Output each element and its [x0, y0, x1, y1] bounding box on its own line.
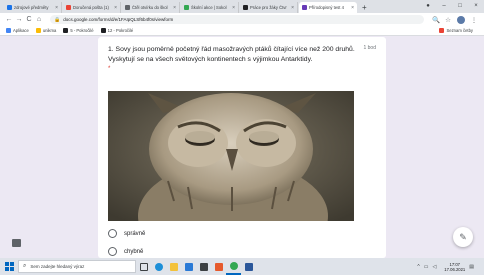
window-controls: ● – □ ×: [420, 0, 484, 13]
taskbar-search-input[interactable]: ⌕ Sem zadejte hledaný výraz: [18, 260, 136, 273]
close-icon[interactable]: ×: [232, 5, 235, 11]
tab-label: zdrojové předměty: [14, 5, 49, 10]
taskbar: ⌕ Sem zadejte hledaný výraz ^ ▭ ◁ 17:07 …: [0, 258, 484, 275]
gmail-icon: [66, 5, 71, 10]
url-field[interactable]: 🔒 docs.google.com/forms/d/e/1FAIpQLSf6b4…: [50, 15, 424, 24]
bookmark-item[interactable]: 12 - Pokročilé: [100, 28, 134, 33]
back-icon[interactable]: ←: [4, 16, 14, 23]
forms-icon: [302, 5, 307, 10]
browser-tab[interactable]: Školní akce | Sokol ×: [181, 2, 239, 13]
edit-pencil-button[interactable]: ✎: [453, 227, 473, 247]
reload-icon[interactable]: C: [24, 16, 34, 23]
forward-icon[interactable]: →: [14, 16, 24, 23]
browser-tab[interactable]: Čtěl otvírku do škol ×: [122, 2, 180, 13]
zoom-icon[interactable]: 🔍: [430, 16, 442, 24]
bookmark-icon: [63, 28, 69, 33]
pencil-icon: ✎: [459, 231, 467, 242]
question-text: 1. Sovy jsou poměrně početný řád masožra…: [108, 46, 355, 63]
owl-image-icon: [108, 91, 354, 221]
network-icon[interactable]: ▭: [424, 264, 429, 270]
option-spravne[interactable]: správně: [108, 229, 145, 238]
file-explorer-icon[interactable]: [166, 258, 181, 275]
radio-button[interactable]: [108, 229, 117, 238]
chevron-up-icon[interactable]: ^: [417, 264, 419, 270]
bookmark-item[interactable]: Aplikace: [6, 28, 29, 33]
maximize-icon[interactable]: □: [452, 0, 468, 13]
close-icon[interactable]: ×: [55, 5, 58, 11]
browser-tab-active[interactable]: Přírodopisný test 4 ×: [299, 2, 357, 13]
avatar[interactable]: [457, 15, 465, 24]
home-icon[interactable]: ⌂: [34, 16, 44, 23]
minimize-icon[interactable]: –: [436, 0, 452, 13]
system-tray: ^ ▭ ◁ 17:07 17.06.2021 ▤: [417, 258, 478, 275]
option-label: chybně: [124, 248, 144, 255]
volume-icon[interactable]: ◁: [432, 264, 436, 270]
option-label: správně: [124, 230, 146, 237]
windows-icon: [4, 262, 14, 271]
tab-label: Doručená pošta (1): [73, 5, 109, 10]
profile-dot-icon[interactable]: ●: [420, 0, 436, 13]
tab-label: Školní akce | Sokol: [191, 5, 227, 10]
apps-icon: [6, 28, 11, 33]
bookmark-label: unikma: [42, 28, 57, 33]
star-icon[interactable]: ☆: [442, 16, 454, 24]
browser-tab[interactable]: Práce pro žáky Čtvr ×: [240, 2, 298, 13]
browser-tab-strip: zdrojové předměty × Doručená pošta (1) × Č…: [0, 0, 484, 13]
tab-label: Přírodopisný test 4: [309, 5, 344, 10]
close-icon[interactable]: ×: [173, 5, 176, 11]
reading-list-item[interactable]: Seznam četby: [439, 28, 473, 33]
tab-favicon-icon: [243, 5, 248, 10]
close-icon[interactable]: ×: [114, 5, 117, 11]
office-icon[interactable]: [211, 258, 226, 275]
store-icon[interactable]: [196, 258, 211, 275]
start-button[interactable]: [0, 258, 18, 275]
bookmark-label: 5 - Pokročilé: [70, 28, 94, 33]
menu-icon[interactable]: ⋮: [468, 16, 480, 24]
search-icon: ⌕: [23, 263, 27, 269]
tab-favicon-icon: [7, 5, 12, 10]
bookmark-icon: [100, 28, 106, 33]
close-icon[interactable]: ×: [291, 5, 294, 11]
bookmark-item[interactable]: 5 - Pokročilé: [63, 28, 94, 33]
bookmark-label: Aplikace: [13, 28, 29, 33]
question-card: 1. Sovy jsou poměrně početný řád masožra…: [98, 37, 386, 258]
url-text: docs.google.com/forms/d/e/1FAIpQLSf6b4f0…: [63, 17, 174, 22]
word-icon[interactable]: [241, 258, 256, 275]
edge-icon[interactable]: [151, 258, 166, 275]
date-text: 17.06.2021: [444, 266, 466, 272]
chrome-icon[interactable]: [226, 258, 241, 275]
search-placeholder: Sem zadejte hledaný výraz: [30, 264, 85, 269]
address-bar: ← → C ⌂ 🔒 docs.google.com/forms/d/e/1FAI…: [0, 13, 484, 26]
tab-favicon-icon: [125, 5, 130, 10]
browser-tab[interactable]: Doručená pošta (1) ×: [63, 2, 121, 13]
feedback-icon[interactable]: [12, 239, 21, 247]
tab-favicon-icon: [184, 5, 189, 10]
bookmark-label: Seznam četby: [446, 28, 473, 33]
close-window-icon[interactable]: ×: [468, 0, 484, 13]
bookmark-item[interactable]: unikma: [35, 28, 57, 33]
bookmarks-bar: Aplikace unikma 5 - Pokročilé 12 - Pokro…: [0, 26, 484, 36]
task-view-icon[interactable]: [136, 258, 151, 275]
folder-icon: [35, 28, 41, 33]
browser-tab[interactable]: zdrojové předměty ×: [4, 2, 62, 13]
notifications-icon[interactable]: ▤: [469, 264, 474, 270]
clock[interactable]: 17:07 17.06.2021: [444, 262, 465, 272]
tab-label: Čtěl otvírku do škol: [132, 5, 168, 10]
tab-label: Práce pro žáky Čtvr: [250, 5, 287, 10]
close-icon[interactable]: ×: [351, 5, 354, 11]
owl-photo: [108, 91, 354, 221]
reading-list-icon: [439, 28, 445, 33]
radio-button[interactable]: [108, 247, 117, 256]
points-label: 1 bod: [363, 45, 376, 51]
form-page: 1. Sovy jsou poměrně početný řád masožra…: [0, 37, 484, 258]
option-chybne[interactable]: chybně: [108, 247, 143, 256]
bookmark-label: 12 - Pokročilé: [107, 28, 134, 33]
mail-icon[interactable]: [181, 258, 196, 275]
lock-icon: 🔒: [54, 16, 61, 23]
new-tab-button[interactable]: +: [362, 2, 367, 13]
required-mark: *: [108, 66, 111, 72]
